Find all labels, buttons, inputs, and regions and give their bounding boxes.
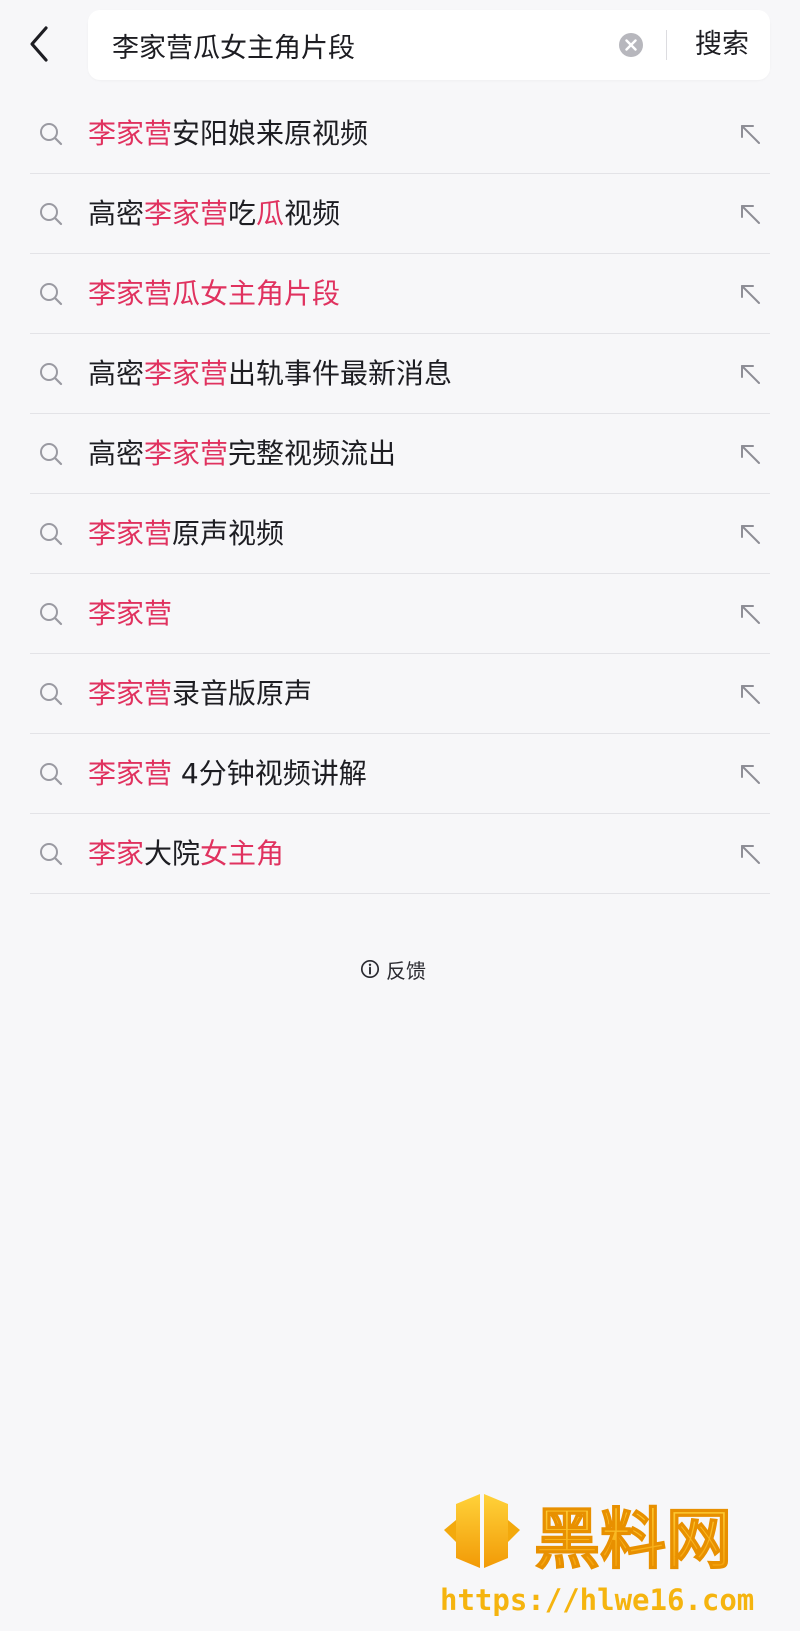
- watermark-logo-icon: 黑料网 https://hlwe16.com: [440, 1494, 754, 1617]
- suggestion-segment: 完整视频流出: [228, 437, 397, 470]
- clear-circle-icon: [619, 33, 643, 57]
- suggestion-item[interactable]: 高密李家营出轨事件最新消息: [30, 334, 770, 414]
- magnifier-icon: [40, 203, 63, 226]
- suggestion-text: 李家大院女主角: [88, 814, 284, 893]
- magnifier-icon: [40, 683, 63, 706]
- suggestion-item[interactable]: 高密李家营完整视频流出: [30, 414, 770, 494]
- suggestion-highlight: 李家营: [144, 437, 229, 470]
- suggestion-item[interactable]: 李家营瓜女主角片段: [30, 254, 770, 334]
- suggestion-text: 李家营瓜女主角片段: [88, 254, 340, 333]
- suggestion-item[interactable]: 李家营录音版原声: [30, 654, 770, 734]
- suggestion-highlight: 瓜: [256, 197, 285, 230]
- chevron-left-icon: [30, 26, 48, 62]
- suggestion-item[interactable]: 李家营: [30, 574, 770, 654]
- suggestion-segment: 4分钟视频讲解: [172, 757, 367, 790]
- magnifier-icon: [40, 283, 63, 306]
- svg-text:https://hlwe16.com: https://hlwe16.com: [440, 1583, 754, 1617]
- suggestion-segment: 视频: [284, 197, 341, 230]
- suggestion-segment: 安阳娘来原视频: [172, 117, 369, 150]
- suggestion-segment: 出轨事件最新消息: [228, 357, 453, 390]
- suggestion-highlight: 李家营瓜女主角片段: [88, 277, 341, 310]
- search-box: 搜索: [88, 10, 770, 80]
- magnifier-icon: [40, 123, 63, 146]
- suggestion-segment: 录音版原声: [172, 677, 313, 710]
- suggestion-text: 高密李家营完整视频流出: [88, 414, 396, 493]
- magnifier-icon: [40, 363, 63, 386]
- magnifier-icon: [40, 843, 63, 866]
- suggestion-highlight: 李家营: [88, 597, 173, 630]
- search-button[interactable]: 搜索: [684, 10, 760, 80]
- suggestion-segment: 高密: [88, 197, 145, 230]
- suggestion-highlight: 李家营: [88, 757, 173, 790]
- arrow-up-left-icon[interactable]: [736, 280, 764, 308]
- suggestion-highlight: 李家营: [88, 677, 173, 710]
- arrow-up-left-icon[interactable]: [736, 520, 764, 548]
- suggestion-segment: 高密: [88, 357, 145, 390]
- arrow-up-left-icon[interactable]: [736, 360, 764, 388]
- svg-text:黑料网: 黑料网: [534, 1501, 732, 1578]
- suggestion-text: 李家营: [88, 574, 172, 653]
- suggestion-item[interactable]: 高密李家营吃瓜视频: [30, 174, 770, 254]
- clear-button[interactable]: [618, 32, 644, 58]
- suggestion-segment: 高密: [88, 437, 145, 470]
- feedback-button[interactable]: 反馈: [360, 949, 426, 989]
- suggestion-segment: 大院: [144, 837, 201, 870]
- info-circle-icon: [360, 959, 380, 979]
- suggestion-item[interactable]: 李家大院女主角: [30, 814, 770, 894]
- magnifier-icon: [40, 523, 63, 546]
- arrow-up-left-icon[interactable]: [736, 440, 764, 468]
- suggestion-item[interactable]: 李家营原声视频: [30, 494, 770, 574]
- feedback-label: 反馈: [386, 958, 426, 983]
- search-input[interactable]: [112, 10, 582, 80]
- top-bar: 搜索: [0, 0, 800, 96]
- suggestion-highlight: 李家营: [88, 517, 173, 550]
- arrow-up-left-icon[interactable]: [736, 840, 764, 868]
- search-divider: [666, 30, 667, 60]
- suggestion-highlight: 李家营: [88, 117, 173, 150]
- arrow-up-left-icon[interactable]: [736, 680, 764, 708]
- suggestion-text: 李家营 4分钟视频讲解: [88, 734, 367, 813]
- magnifier-icon: [40, 763, 63, 786]
- suggestion-list: 李家营安阳娘来原视频 高密李家营吃瓜视频 李家营瓜女主角片段 高密李家营出轨事件最新消…: [30, 94, 770, 894]
- suggestion-highlight: 李家营: [144, 357, 229, 390]
- suggestion-text: 高密李家营出轨事件最新消息: [88, 334, 452, 413]
- magnifier-icon: [40, 443, 63, 466]
- back-button[interactable]: [22, 22, 62, 66]
- suggestion-text: 李家营安阳娘来原视频: [88, 94, 368, 173]
- suggestion-text: 李家营原声视频: [88, 494, 284, 573]
- watermark: 黑料网 https://hlwe16.com: [438, 1490, 778, 1620]
- suggestion-text: 李家营录音版原声: [88, 654, 312, 733]
- magnifier-icon: [40, 603, 63, 626]
- suggestion-text: 高密李家营吃瓜视频: [88, 174, 340, 253]
- suggestion-segment: 原声视频: [172, 517, 285, 550]
- suggestion-highlight: 李家营: [144, 197, 229, 230]
- arrow-up-left-icon[interactable]: [736, 200, 764, 228]
- suggestion-item[interactable]: 李家营安阳娘来原视频: [30, 94, 770, 174]
- suggestion-item[interactable]: 李家营 4分钟视频讲解: [30, 734, 770, 814]
- arrow-up-left-icon[interactable]: [736, 760, 764, 788]
- suggestion-highlight: 李家: [88, 837, 145, 870]
- arrow-up-left-icon[interactable]: [736, 600, 764, 628]
- suggestion-highlight: 女主角: [200, 837, 285, 870]
- suggestion-segment: 吃: [228, 197, 257, 230]
- arrow-up-left-icon[interactable]: [736, 120, 764, 148]
